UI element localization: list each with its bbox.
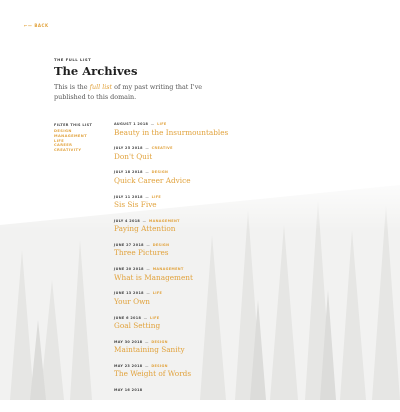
archive-entry: JULY 18 2018 — DESIGN Quick Career Advic… bbox=[114, 170, 314, 194]
entry-category[interactable]: DESIGN bbox=[152, 170, 169, 174]
intro-text-start: This is the bbox=[54, 83, 90, 91]
meta-separator: — bbox=[143, 194, 151, 199]
entry-category[interactable]: LIFE bbox=[150, 316, 159, 320]
entry-category[interactable]: DESIGN bbox=[153, 243, 170, 247]
entry-title-link[interactable]: Three Pictures bbox=[114, 248, 314, 257]
entry-date: JULY 18 2018 bbox=[114, 170, 143, 175]
entry-title-link[interactable]: What is Management bbox=[114, 273, 314, 282]
filter-creativity[interactable]: CREATIVITY bbox=[54, 148, 104, 153]
entry-title-link[interactable]: Paying Attention bbox=[114, 224, 314, 233]
entry-meta: JULY 4 2018 — MANAGEMENT bbox=[114, 219, 314, 224]
entry-date: JULY 25 2018 bbox=[114, 146, 143, 151]
entry-meta: JUNE 13 2018 — LIFE bbox=[114, 291, 314, 296]
entry-meta: JULY 11 2018 — LIFE bbox=[114, 195, 314, 200]
archive-list: AUGUST 1 2018 — LIFE Beauty in the Insur… bbox=[114, 122, 314, 412]
meta-separator: — bbox=[144, 291, 152, 296]
entry-meta: JULY 25 2018 — CREATIVE bbox=[114, 146, 314, 151]
meta-separator: — bbox=[143, 146, 151, 151]
meta-separator: — bbox=[144, 267, 152, 272]
meta-separator: — bbox=[143, 170, 151, 175]
back-link[interactable]: ←— BACK bbox=[24, 23, 49, 28]
entry-category[interactable]: LIFE bbox=[157, 122, 166, 126]
entry-category[interactable]: MANAGEMENT bbox=[153, 267, 184, 271]
entry-date: MAY 16 2018 bbox=[114, 388, 143, 393]
entry-meta: MAY 30 2018 — DESIGN bbox=[114, 340, 314, 345]
archive-entry: JULY 4 2018 — MANAGEMENT Paying Attentio… bbox=[114, 219, 314, 243]
entry-title-link[interactable]: Goal Setting bbox=[114, 321, 314, 330]
entry-meta: JUNE 20 2018 — MANAGEMENT bbox=[114, 267, 314, 272]
entry-category[interactable]: MANAGEMENT bbox=[149, 219, 180, 223]
entry-meta: MAY 23 2018 — DESIGN bbox=[114, 364, 314, 369]
entry-date: JUNE 6 2018 bbox=[114, 315, 142, 320]
entry-category[interactable]: DESIGN bbox=[151, 340, 168, 344]
entry-meta: JUNE 6 2018 — LIFE bbox=[114, 316, 314, 321]
entry-title-link[interactable]: Don't Quit bbox=[114, 152, 314, 161]
entry-title-link[interactable]: Quick Career Advice bbox=[114, 176, 314, 185]
entry-title-link[interactable]: Sis Sis Five bbox=[114, 200, 314, 209]
entry-meta: JULY 18 2018 — DESIGN bbox=[114, 170, 314, 175]
back-arrow-icon: ←— bbox=[24, 23, 33, 28]
entry-date: AUGUST 1 2018 bbox=[114, 122, 149, 126]
archive-entry: MAY 16 2018 bbox=[114, 388, 314, 412]
entry-date: MAY 30 2018 bbox=[114, 339, 143, 344]
intro-emphasis: full list bbox=[89, 83, 113, 91]
page-eyebrow: THE FULL LIST bbox=[54, 57, 92, 62]
entry-title-link[interactable]: Your Own bbox=[114, 297, 314, 306]
meta-separator: — bbox=[143, 339, 151, 344]
archive-entry: JULY 11 2018 — LIFE Sis Sis Five bbox=[114, 195, 314, 219]
filter-list: FILTER THIS LIST DESIGN MANAGEMENT LIFE … bbox=[54, 123, 104, 153]
entry-category[interactable]: CREATIVE bbox=[152, 146, 173, 150]
entry-title-link[interactable]: Beauty in the Insurmountables bbox=[114, 128, 314, 137]
archive-entry: JUNE 6 2018 — LIFE Goal Setting bbox=[114, 316, 314, 340]
entry-date: JUNE 20 2018 bbox=[114, 267, 144, 272]
archive-entry: MAY 23 2018 — DESIGN The Weight of Words bbox=[114, 364, 314, 388]
archive-entry: JUNE 13 2018 — LIFE Your Own bbox=[114, 291, 314, 315]
archive-page: ←— BACK THE FULL LIST The Archives This i… bbox=[0, 0, 400, 400]
meta-separator: — bbox=[142, 315, 149, 320]
entry-category[interactable]: DESIGN bbox=[151, 364, 168, 368]
meta-separator: — bbox=[141, 218, 148, 223]
entry-date: JUNE 27 2018 bbox=[114, 242, 144, 247]
entry-meta: MAY 16 2018 bbox=[114, 388, 314, 393]
entry-title-link[interactable]: Maintaining Sanity bbox=[114, 345, 314, 354]
meta-separator: — bbox=[149, 122, 157, 126]
archive-entry: AUGUST 1 2018 — LIFE Beauty in the Insur… bbox=[114, 122, 314, 146]
archive-entry: JULY 25 2018 — CREATIVE Don't Quit bbox=[114, 146, 314, 170]
entry-category[interactable]: LIFE bbox=[153, 291, 162, 295]
entry-meta: AUGUST 1 2018 — LIFE bbox=[114, 122, 314, 127]
archive-entry: JUNE 20 2018 — MANAGEMENT What is Manage… bbox=[114, 267, 314, 291]
entry-date: MAY 23 2018 bbox=[114, 363, 143, 368]
entry-category[interactable]: LIFE bbox=[152, 195, 161, 199]
meta-separator: — bbox=[143, 363, 151, 368]
archive-entry: JUNE 27 2018 — DESIGN Three Pictures bbox=[114, 243, 314, 267]
archive-entry: MAY 30 2018 — DESIGN Maintaining Sanity bbox=[114, 340, 314, 364]
back-label: BACK bbox=[34, 23, 49, 28]
page-title: The Archives bbox=[54, 64, 138, 78]
page-intro: This is the full list of my past writing… bbox=[54, 82, 226, 102]
entry-title-link[interactable]: The Weight of Words bbox=[114, 369, 314, 378]
entry-meta: JUNE 27 2018 — DESIGN bbox=[114, 243, 314, 248]
entry-date: JULY 11 2018 bbox=[114, 194, 143, 199]
entry-date: JULY 4 2018 bbox=[114, 218, 141, 223]
filter-heading: FILTER THIS LIST bbox=[54, 123, 93, 127]
entry-date: JUNE 13 2018 bbox=[114, 291, 144, 296]
meta-separator: — bbox=[144, 242, 152, 247]
